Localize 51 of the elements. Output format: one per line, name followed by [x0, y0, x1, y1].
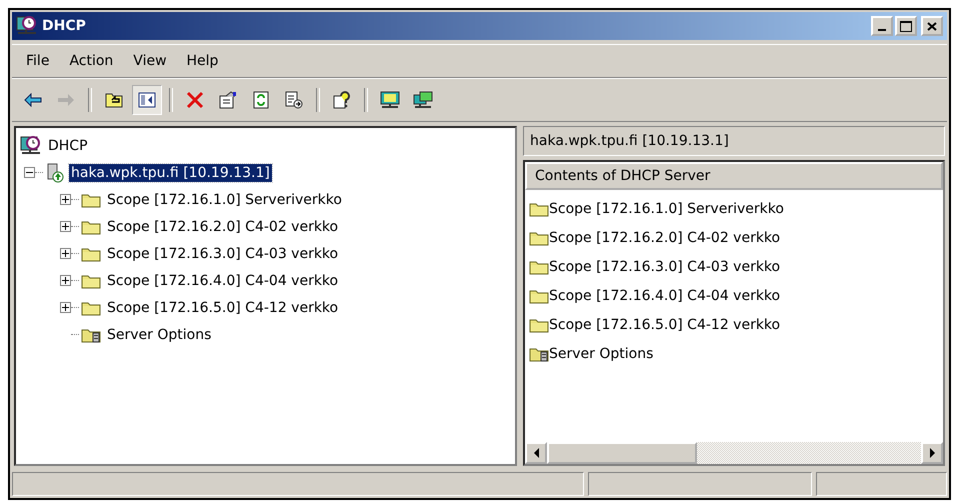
scroll-right-button[interactable] — [921, 442, 943, 464]
folder-icon — [529, 230, 549, 246]
window-title: DHCP — [42, 18, 86, 34]
expand-icon[interactable] — [60, 302, 71, 313]
list-item[interactable]: Scope [172.16.3.0] C4-03 verkko — [549, 258, 780, 274]
list-item[interactable]: Scope [172.16.4.0] C4-04 verkko — [549, 288, 780, 304]
scroll-left-button[interactable] — [525, 442, 547, 464]
column-header[interactable]: Contents of DHCP Server — [525, 162, 943, 190]
folder-icon — [529, 200, 549, 216]
expand-icon[interactable] — [60, 194, 71, 205]
expand-icon[interactable] — [60, 275, 71, 286]
minimize-button[interactable] — [871, 16, 893, 36]
close-button[interactable] — [921, 16, 943, 36]
pane-path: haka.wpk.tpu.fi [10.19.13.1] — [530, 133, 729, 149]
folder-icon — [529, 288, 549, 304]
tree-item[interactable]: Scope [172.16.2.0] C4-02 verkko — [105, 218, 340, 236]
expand-icon[interactable] — [60, 248, 71, 259]
tree-item[interactable]: Scope [172.16.5.0] C4-12 verkko — [105, 298, 340, 316]
folder-options-icon — [81, 326, 101, 342]
panel-toggle-icon[interactable] — [132, 85, 162, 115]
list-item[interactable]: Scope [172.16.1.0] Serveriverkko — [549, 200, 784, 216]
folder-icon — [529, 258, 549, 274]
scroll-thumb[interactable] — [547, 442, 697, 464]
list-item[interactable]: Server Options — [549, 346, 654, 362]
server-icon — [45, 162, 65, 182]
dhcp-console-icon — [20, 136, 42, 156]
folder-icon — [529, 316, 549, 332]
tree-item[interactable]: Scope [172.16.4.0] C4-04 verkko — [105, 272, 340, 290]
close-icon — [927, 22, 937, 30]
menu-item[interactable]: Help — [178, 49, 226, 73]
tree-item[interactable]: Server Options — [105, 326, 214, 344]
folder-icon — [81, 300, 101, 316]
folder-icon — [81, 218, 101, 234]
dhcp-console-icon — [16, 16, 38, 36]
tree-item[interactable]: Scope [172.16.3.0] C4-03 verkko — [105, 244, 340, 262]
tree-item[interactable]: Scope [172.16.1.0] Serveriverkko — [105, 190, 344, 208]
collapse-icon[interactable] — [24, 167, 35, 178]
expand-icon[interactable] — [60, 221, 71, 232]
menu-item[interactable]: File — [18, 49, 58, 73]
tree-item[interactable]: haka.wpk.tpu.fi [10.19.13.1] — [69, 164, 272, 182]
tree-item[interactable]: DHCP — [46, 136, 90, 154]
menu-item[interactable]: View — [125, 49, 175, 73]
folder-icon — [81, 272, 101, 288]
folder-icon — [81, 192, 101, 208]
maximize-button[interactable] — [895, 16, 917, 36]
folder-options-icon — [529, 346, 549, 362]
menu-item[interactable]: Action — [61, 49, 122, 73]
folder-icon — [81, 246, 101, 262]
horizontal-scrollbar[interactable] — [525, 442, 943, 464]
list-item[interactable]: Scope [172.16.2.0] C4-02 verkko — [549, 230, 780, 246]
list-item[interactable]: Scope [172.16.5.0] C4-12 verkko — [549, 316, 780, 332]
